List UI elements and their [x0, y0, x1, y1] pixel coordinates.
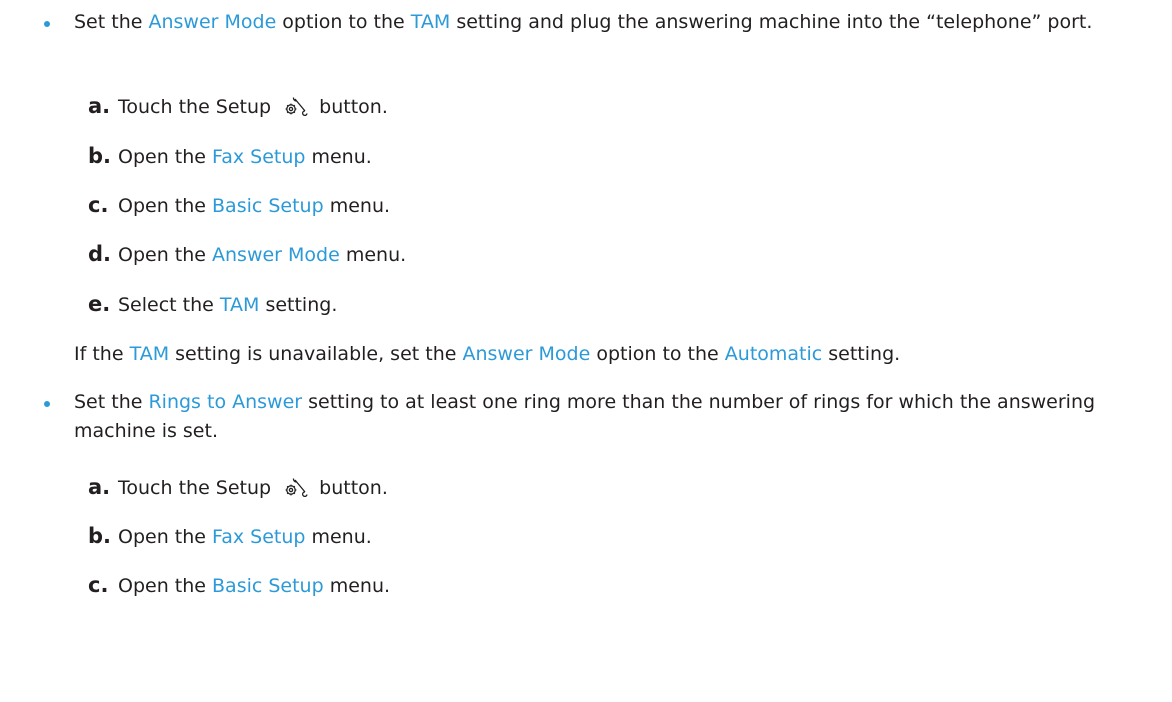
text-run: setting. — [259, 294, 338, 316]
step-text: Touch the Setup button. — [118, 92, 388, 122]
text-run: setting. — [822, 343, 901, 365]
step-letter: b. — [88, 144, 112, 168]
text-run: Open the — [118, 575, 213, 597]
text-run: Open the — [118, 195, 213, 217]
step-letter: b. — [88, 524, 112, 548]
bullet-dot — [44, 401, 50, 407]
ui-term-basic-setup: Basic Setup — [212, 195, 324, 217]
ui-term-tam: TAM — [219, 294, 260, 316]
step-letter: a. — [88, 94, 111, 118]
ui-term-rings-to-answer: Rings to Answer — [148, 391, 303, 413]
ui-term-tam: TAM — [129, 343, 170, 365]
text-run: menu. — [323, 575, 391, 597]
text-run: If the — [74, 343, 130, 365]
step-letter: d. — [88, 242, 112, 266]
text-run: menu. — [339, 244, 407, 266]
ui-term-answer-mode: Answer Mode — [212, 244, 340, 266]
step-letter: a. — [88, 475, 111, 499]
step-letter: c. — [88, 193, 109, 217]
step-2a: a. Touch the Setup button. — [88, 472, 388, 502]
step-letter: c. — [88, 573, 109, 597]
step-text: Open the Fax Setup menu. — [118, 142, 372, 172]
text-run: Set the — [74, 11, 149, 33]
ui-term-answer-mode: Answer Mode — [148, 11, 277, 33]
step-text: Open the Answer Mode menu. — [118, 240, 406, 270]
text-run: menu. — [305, 526, 372, 548]
text-run: menu. — [305, 146, 372, 168]
text-run: button. — [313, 96, 388, 118]
text-run: menu. — [323, 195, 391, 217]
ui-term-basic-setup: Basic Setup — [212, 575, 324, 597]
ui-term-fax-setup: Fax Setup — [212, 526, 306, 548]
step-1c: c. Open the Basic Setup menu. — [88, 190, 390, 220]
step-text: Select the TAM setting. — [118, 290, 337, 320]
step-text: Open the Basic Setup menu. — [118, 191, 390, 221]
ui-term-tam: TAM — [410, 11, 451, 33]
text-run: Touch the Setup — [118, 477, 278, 499]
bullet-item-answer-mode: Set the Answer Mode option to the TAM se… — [44, 8, 1154, 68]
step-text: Open the Fax Setup menu. — [118, 522, 372, 552]
ui-term-automatic: Automatic — [724, 343, 823, 365]
step-text: Touch the Setup button. — [118, 473, 388, 503]
text-run: setting and plug the answering machine i… — [450, 11, 1093, 33]
setup-wrench-gear-icon — [285, 478, 308, 498]
text-run: Open the — [118, 244, 213, 266]
bullet-text: Set the Answer Mode option to the TAM se… — [74, 8, 1164, 37]
step-2b: b. Open the Fax Setup menu. — [88, 521, 372, 551]
step-1e: e. Select the TAM setting. — [88, 289, 337, 319]
text-run: setting is unavailable, set the — [169, 343, 463, 365]
text-run: Touch the Setup — [118, 96, 278, 118]
ui-term-answer-mode: Answer Mode — [462, 343, 591, 365]
step-letter: e. — [88, 292, 111, 316]
ui-term-fax-setup: Fax Setup — [212, 146, 306, 168]
text-run: Open the — [118, 146, 213, 168]
step-1a: a. Touch the Setup button. — [88, 91, 388, 121]
text-run: Select the — [118, 294, 220, 316]
step-1b: b. Open the Fax Setup menu. — [88, 141, 372, 171]
text-run: Open the — [118, 526, 213, 548]
note-tam-unavailable: If the TAM setting is unavailable, set t… — [74, 339, 900, 369]
step-1d: d. Open the Answer Mode menu. — [88, 239, 406, 269]
setup-wrench-gear-icon — [285, 97, 308, 117]
bullet-text: Set the Rings to Answer setting to at le… — [74, 388, 1164, 446]
text-run: button. — [313, 477, 388, 499]
text-run: option to the — [276, 11, 411, 33]
step-text: Open the Basic Setup menu. — [118, 571, 390, 601]
text-run: Set the — [74, 391, 149, 413]
bullet-dot — [44, 21, 50, 27]
step-2c: c. Open the Basic Setup menu. — [88, 570, 390, 600]
bullet-item-rings-to-answer: Set the Rings to Answer setting to at le… — [44, 388, 1154, 448]
manual-page: Set the Answer Mode option to the TAM se… — [0, 0, 1172, 702]
text-run: option to the — [590, 343, 725, 365]
